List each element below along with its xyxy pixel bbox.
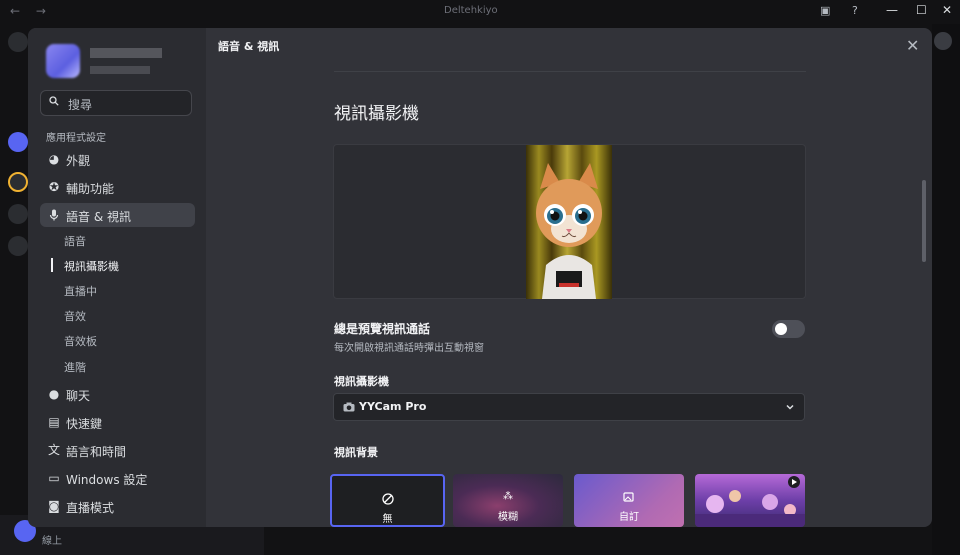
search-placeholder: 搜尋 [68,98,93,112]
window-title: Deltehkiyo [444,5,498,16]
blurred-subtitle [90,66,150,74]
preview-toggle-switch[interactable] [772,320,805,338]
cat-avatar-image [536,163,602,299]
subitem-soundboard[interactable]: 音效板 [64,333,97,349]
sidebar-item-label: 輔助功能 [66,182,115,196]
stream-icon: ◙ [48,499,60,513]
preview-toggle-description: 每次開啟視訊通話時彈出互動視窗 [334,343,484,354]
chat-bubble-icon: ● [48,387,60,401]
backgrounds-label: 視訊背景 [334,446,378,459]
search-input[interactable]: 搜尋 [40,90,192,116]
sidebar-item-label: 快速鍵 [66,417,103,431]
section-heading: 視訊攝影機 [334,104,419,124]
search-icon [49,96,59,106]
image-add-icon [623,492,634,502]
camera-select-value: YYCam Pro [359,400,427,413]
inbox-icon[interactable]: ▣ [820,4,830,17]
subitem-camera[interactable]: 視訊攝影機 [64,258,119,274]
page-title: 語音 & 視訊 [218,40,280,53]
close-window-icon[interactable]: ✕ [942,3,952,17]
camera-label: 視訊攝影機 [334,375,389,388]
server-icon[interactable] [8,172,28,192]
monitor-icon: ▭ [48,471,60,485]
subitem-advanced[interactable]: 進階 [64,359,86,375]
language-icon: 文 [47,443,60,457]
sidebar-item-streamer-mode[interactable]: ◙ 直播模式 [40,494,195,518]
sidebar-item-chat[interactable]: ● 聊天 [40,382,195,406]
background-option-label: 自訂 [619,512,639,523]
sidebar-item-language[interactable]: 文 語言和時間 [40,438,195,462]
sidebar-item-label: 聊天 [66,389,91,403]
server-icon[interactable] [8,132,28,152]
sidebar-item-label: 語音 & 視訊 [66,210,131,224]
sidebar-item-label: 語言和時間 [66,445,127,459]
accessibility-icon: ✪ [48,180,60,194]
preview-toggle-title: 總是預覽視訊通話 [334,322,431,336]
sidebar-item-keybinds[interactable]: ▤ 快速鍵 [40,410,195,434]
background-option-label: 模糊 [498,512,518,523]
sidebar-item-accessibility[interactable]: ✪ 輔助功能 [40,175,195,199]
subitem-voice[interactable]: 語音 [64,233,86,249]
background-option-custom[interactable]: 自訂 [574,474,684,527]
sidebar-item-windows[interactable]: ▭ Windows 設定 [40,466,195,490]
avatar [46,44,80,78]
scene-thumbnail-image [695,476,805,527]
server-icon[interactable] [8,204,28,224]
app-titlebar: ← → Deltehkiyo ▣ ? — ☐ ✕ [0,0,960,24]
section-title: 應用程式設定 [46,133,106,144]
background-option-scene[interactable] [695,474,805,527]
user-status: 線上 [42,536,62,547]
keyboard-icon: ▤ [48,415,60,429]
blur-icon: ⁂ [503,491,513,502]
sidebar-item-label: Windows 設定 [66,473,148,487]
sidebar-item-label: 外觀 [66,154,91,168]
camera-select[interactable]: YYCam Pro [333,393,805,421]
server-list [0,24,28,555]
background-option-blur[interactable]: ⁂ 模糊 [453,474,563,527]
close-icon[interactable]: ✕ [906,38,919,54]
server-icon[interactable] [8,32,28,52]
microphone-icon [49,209,59,221]
palette-icon: ◕ [48,152,60,166]
nav-arrows[interactable]: ← → [10,4,52,18]
sidebar-item-label: 直播模式 [66,501,115,515]
background-panel [932,24,960,555]
camera-preview [333,144,806,299]
maximize-icon[interactable]: ☐ [916,3,927,17]
settings-sidebar: 搜尋 應用程式設定 ◕ 外觀 ✪ 輔助功能 語音 & 視訊 語音 視訊攝影機 直… [28,28,206,527]
background-option-label: 無 [382,514,393,525]
camera-feed-image [526,145,612,299]
minimize-icon[interactable]: — [886,3,898,17]
chevron-down-icon [786,404,794,410]
subitem-sound[interactable]: 音效 [64,308,86,324]
sidebar-item-voice-video[interactable]: 語音 & 視訊 [40,203,195,227]
blurred-username [90,48,162,58]
divider [334,71,806,72]
current-subitem-indicator [51,258,53,272]
toggle-knob [775,323,787,335]
scrollbar[interactable] [922,180,926,262]
help-icon[interactable]: ? [852,4,858,17]
subitem-streaming[interactable]: 直播中 [64,283,97,299]
background-option-none[interactable]: 無 [330,474,445,527]
server-icon[interactable] [8,236,28,256]
settings-modal: 搜尋 應用程式設定 ◕ 外觀 ✪ 輔助功能 語音 & 視訊 語音 視訊攝影機 直… [28,28,932,527]
camera-icon [343,402,355,412]
none-icon [381,493,394,505]
sidebar-item-appearance[interactable]: ◕ 外觀 [40,147,195,171]
avatar [934,32,952,50]
